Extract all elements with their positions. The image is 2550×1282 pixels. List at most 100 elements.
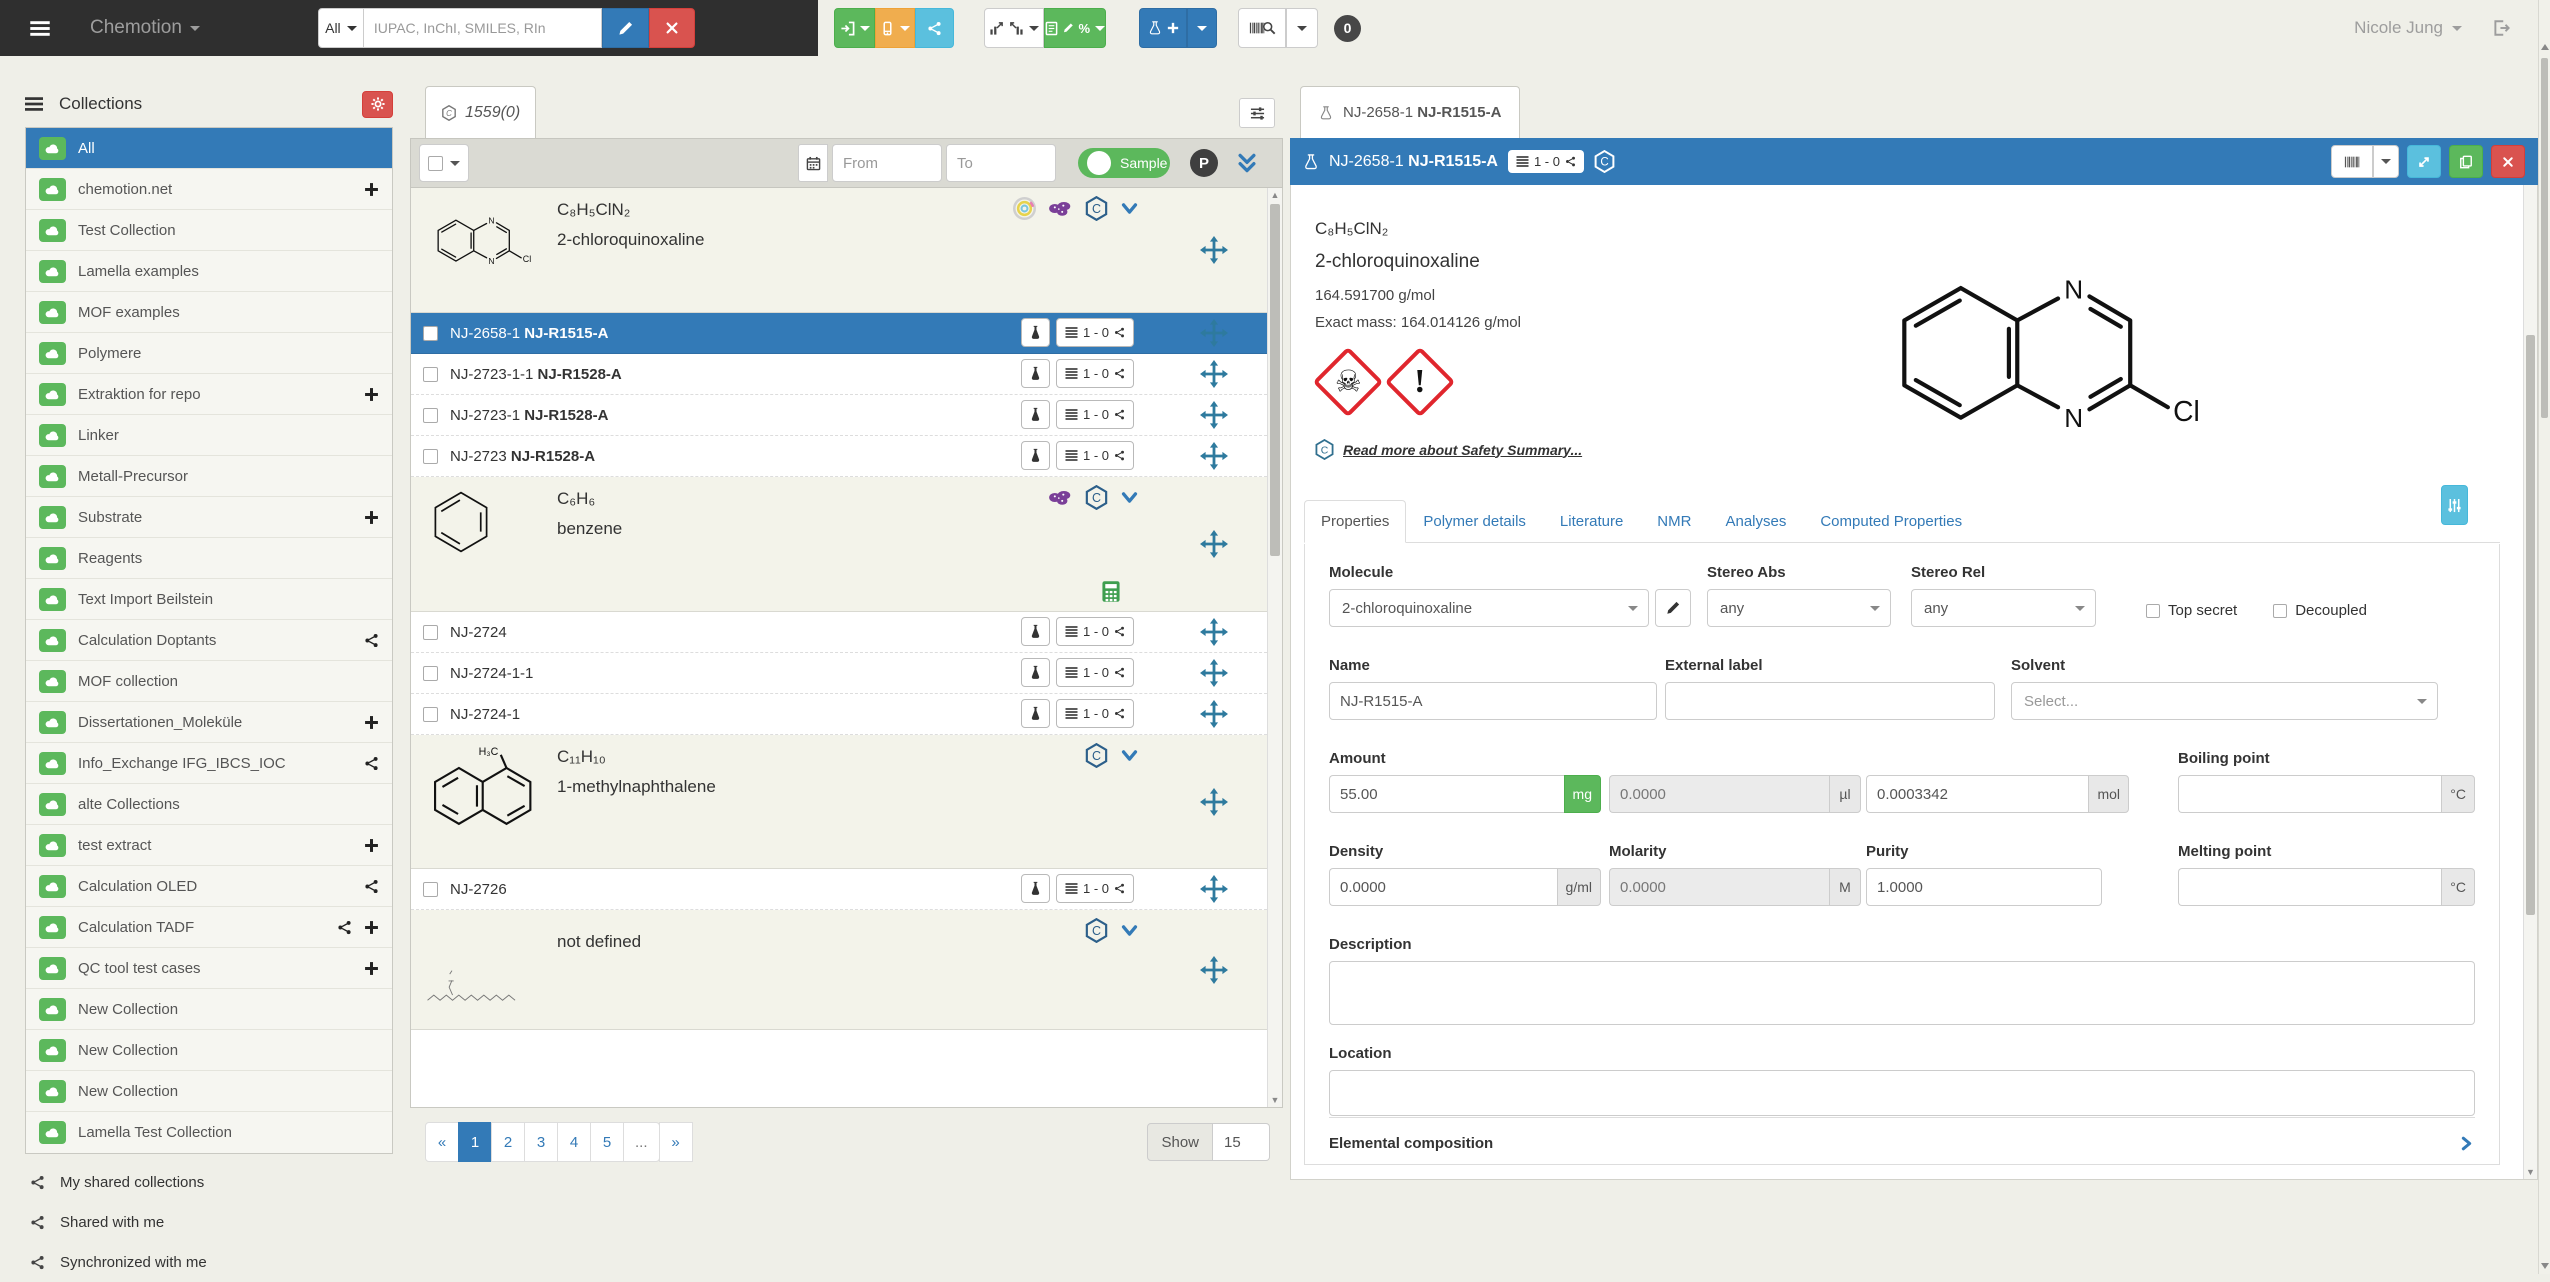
date-to-input[interactable] [946,144,1056,182]
user-menu[interactable]: Nicole Jung [2354,18,2462,38]
detail-tab[interactable]: Polymer details [1406,500,1543,543]
elemental-composition-section[interactable]: Elemental composition [1329,1117,2475,1152]
sidebar-collection-item[interactable]: Polymere [26,333,392,374]
safety-summary-link[interactable]: Read more about Safety Summary... [1343,442,1582,458]
sidebar-collection-item[interactable]: New Collection [26,1071,392,1112]
vial-badge[interactable] [1020,400,1050,429]
scroll-up-arrow[interactable]: ▲ [1268,189,1282,201]
sidebar-collection-item[interactable]: Extraktion for repo [26,374,392,415]
molecule-cluster-icon[interactable] [1048,196,1073,221]
sidebar-collection-item[interactable]: Lamella Test Collection [26,1112,392,1153]
detail-sample-tab[interactable]: NJ-2658-1 NJ-R1515-A [1300,86,1521,138]
share-collection-icon[interactable] [364,633,379,648]
molecule-group-header[interactable]: C₆H₆ benzene [411,477,1282,612]
date-filter-button[interactable] [798,144,828,182]
vial-badge[interactable] [1020,359,1050,388]
sidebar-footer-link[interactable]: Shared with me [25,1202,393,1242]
boiling-point-input[interactable] [2178,775,2442,813]
devices-button[interactable] [875,8,915,48]
select-all-dropdown[interactable] [419,144,469,182]
hexagon-icon[interactable] [1084,743,1109,768]
melting-point-input[interactable] [2178,868,2442,906]
sidebar-collection-item[interactable]: Linker [26,415,392,456]
sidebar-collection-item[interactable]: Calculation OLED [26,866,392,907]
share-collection-icon[interactable] [364,756,379,771]
description-textarea[interactable] [1329,961,2475,1025]
vial-badge[interactable] [1020,441,1050,470]
vial-badge[interactable] [1020,318,1050,347]
scroll-up-arrow[interactable] [2540,44,2549,50]
analyses-count-badge[interactable]: 1 - 0 [1055,874,1134,903]
drag-move-icon[interactable] [1200,236,1228,264]
sample-row[interactable]: NJ-2723-1 NJ-R1528-A 1 - 0 [411,395,1282,436]
density-input[interactable] [1329,868,1557,906]
vial-badge[interactable] [1020,658,1050,687]
move-to-collection-button[interactable] [834,8,875,48]
pagination-button[interactable]: 5 [590,1122,624,1162]
add-subcollection-icon[interactable] [364,182,379,197]
pagination-button[interactable]: ... [623,1122,660,1162]
add-subcollection-icon[interactable] [364,510,379,525]
page-size-input[interactable] [1213,1123,1270,1161]
add-subcollection-icon[interactable] [364,920,379,935]
scrollbar-thumb[interactable] [2541,58,2548,418]
pagination-button[interactable]: » [658,1122,693,1162]
row-checkbox[interactable] [423,448,438,464]
sidebar-footer-link[interactable]: Synchronized with me [25,1242,393,1282]
row-checkbox[interactable] [423,881,438,897]
analyses-count-badge[interactable]: 1 - 0 [1055,699,1134,728]
sidebar-collection-item[interactable]: All [26,128,392,169]
scroll-down-arrow[interactable]: ▼ [1268,1094,1282,1106]
chevron-down-icon[interactable] [1120,746,1139,765]
share-button[interactable] [915,8,954,48]
manage-collections-button[interactable] [362,90,393,118]
sidebar-collection-item[interactable]: Info_Exchange IFG_IBCS_IOC [26,743,392,784]
edit-molecule-button[interactable] [1655,589,1691,627]
sidebar-collection-item[interactable]: Test Collection [26,210,392,251]
purity-input[interactable] [1866,868,2102,906]
detail-tab[interactable]: Analyses [1708,500,1803,543]
row-checkbox[interactable] [423,665,438,681]
drag-move-icon[interactable] [1200,401,1228,429]
detail-tab[interactable]: Literature [1543,500,1640,543]
pagination-button[interactable]: 3 [524,1122,558,1162]
pagination-button[interactable]: 4 [557,1122,591,1162]
pagination-button[interactable]: « [425,1122,459,1162]
drag-move-icon[interactable] [1200,442,1228,470]
sample-row[interactable]: NJ-2724-1 1 - 0 [411,694,1282,735]
sidebar-collection-item[interactable]: Lamella examples [26,251,392,292]
sample-row[interactable]: NJ-2724 1 - 0 [411,612,1282,653]
analyses-count-badge[interactable]: 1 - 0 [1055,441,1134,470]
drag-move-icon[interactable] [1200,360,1228,388]
sidebar-collection-item[interactable]: alte Collections [26,784,392,825]
drag-move-icon[interactable] [1200,956,1228,984]
drag-move-icon[interactable] [1200,659,1228,687]
vial-badge[interactable] [1020,617,1050,646]
vial-badge[interactable] [1020,874,1050,903]
detail-tab[interactable]: Properties [1304,500,1407,543]
chevron-down-icon[interactable] [1120,199,1139,218]
detail-tab[interactable]: Computed Properties [1803,500,1979,543]
stereo-rel-select[interactable]: any [1911,589,2096,627]
sample-row[interactable]: NJ-2723 NJ-R1528-A 1 - 0 [411,436,1282,477]
notification-count-badge[interactable]: 0 [1334,14,1361,42]
location-textarea[interactable] [1329,1070,2475,1116]
sidebar-footer-link[interactable]: My shared collections [25,1162,393,1202]
samples-tab[interactable]: 1559(0) [425,86,537,138]
molecule-group-header[interactable]: not defined [411,910,1282,1030]
external-label-input[interactable] [1665,682,1995,720]
product-filter-badge[interactable]: P [1190,149,1218,177]
sidebar-collection-item[interactable]: Reagents [26,538,392,579]
add-subcollection-icon[interactable] [364,838,379,853]
add-subcollection-icon[interactable] [364,387,379,402]
scan-options-dropdown[interactable] [1286,8,1318,48]
import-export-button[interactable] [984,8,1044,48]
structure-search-button[interactable] [601,8,649,48]
drag-move-icon[interactable] [1200,788,1228,816]
brand-menu[interactable]: Chemotion [90,17,200,39]
sample-row[interactable]: NJ-2658-1 NJ-R1515-A 1 - 0 [411,313,1282,354]
scroll-down-arrow[interactable]: ▼ [2524,1166,2537,1178]
drag-move-icon[interactable] [1200,700,1228,728]
sidebar-collection-item[interactable]: Substrate [26,497,392,538]
drag-move-icon[interactable] [1200,319,1228,347]
